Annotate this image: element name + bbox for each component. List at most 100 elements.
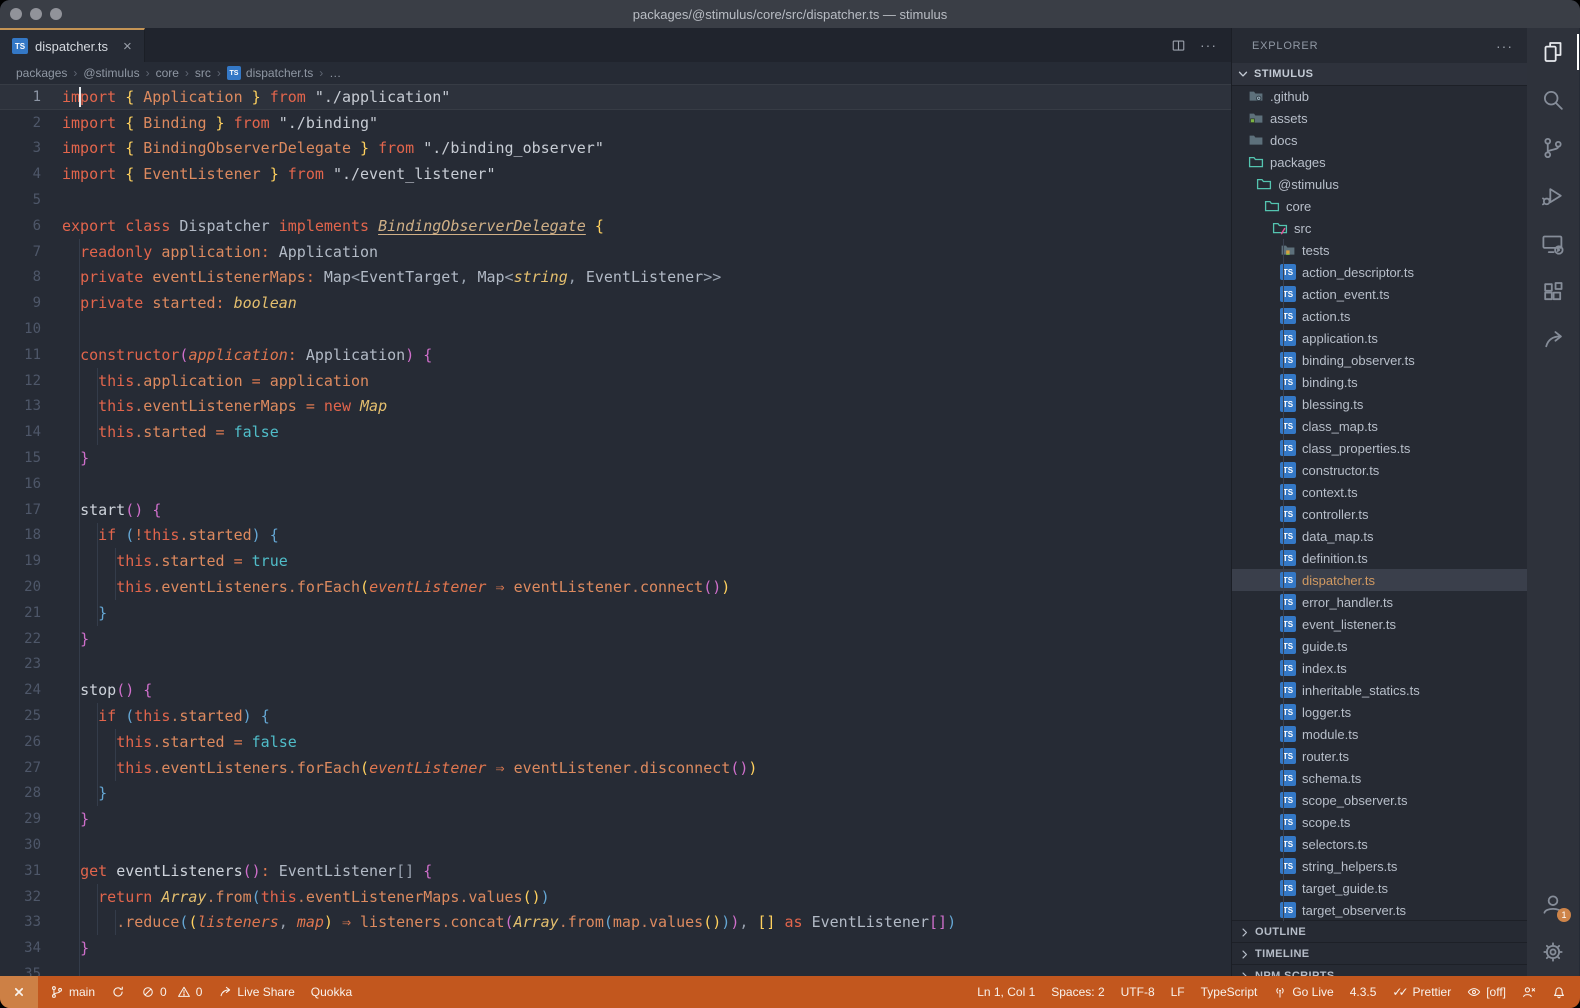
activity-live-share-icon[interactable] [1527,316,1579,364]
more-actions-icon[interactable]: ··· [1200,37,1217,53]
tree-item-class-properties-ts[interactable]: TSclass_properties.ts [1232,437,1527,459]
status-prettier[interactable]: ✓✓Prettier [1384,976,1459,1008]
activity-accounts-icon[interactable]: 1 [1527,880,1579,928]
code-line[interactable]: 27 this.eventListeners.forEach(eventList… [0,755,1231,781]
code-line[interactable]: 24 stop() { [0,677,1231,703]
tree-item-assets[interactable]: assets [1232,107,1527,129]
tree-item-binding-observer-ts[interactable]: TSbinding_observer.ts [1232,349,1527,371]
breadcrumb-item[interactable]: src [195,66,211,80]
status-problems[interactable]: 00 [133,976,210,1008]
status-encoding[interactable]: UTF-8 [1113,976,1163,1008]
code-line[interactable]: 11 constructor(application: Application)… [0,342,1231,368]
breadcrumb-item[interactable]: packages [16,66,67,80]
breadcrumb-item[interactable]: … [329,66,341,80]
activity-run-and-debug-icon[interactable] [1527,172,1579,220]
code-line[interactable]: 1import { Application } from "./applicat… [0,84,1231,110]
close-window-button[interactable] [10,8,22,20]
status-highlight[interactable]: [off] [1459,976,1514,1008]
tree-item-core[interactable]: core [1232,195,1527,217]
panel-timeline[interactable]: TIMELINE [1232,943,1527,965]
tree-item-schema-ts[interactable]: TSschema.ts [1232,767,1527,789]
code-line[interactable]: 25 if (this.started) { [0,703,1231,729]
tree-item-action-event-ts[interactable]: TSaction_event.ts [1232,283,1527,305]
code-line[interactable]: 2import { Binding } from "./binding" [0,110,1231,136]
status-indentation[interactable]: Spaces: 2 [1043,976,1112,1008]
status-git-branch[interactable]: main [42,976,103,1008]
code-line[interactable]: 33 .reduce((listeners, map) ⇒ listeners.… [0,910,1231,936]
code-line[interactable]: 23 [0,652,1231,678]
tree-item-dispatcher-ts[interactable]: TSdispatcher.ts [1232,569,1527,591]
status-notifications[interactable] [1544,976,1574,1008]
tree-item-definition-ts[interactable]: TSdefinition.ts [1232,547,1527,569]
traffic-lights[interactable] [10,8,62,20]
status-sync[interactable] [103,976,133,1008]
code-line[interactable]: 28 } [0,781,1231,807]
tree-item-inheritable-statics-ts[interactable]: TSinheritable_statics.ts [1232,679,1527,701]
tree-item-tests[interactable]: tests [1232,239,1527,261]
code-line[interactable]: 19 this.started = true [0,548,1231,574]
code-line[interactable]: 7 readonly application: Application [0,239,1231,265]
tree-item-binding-ts[interactable]: TSbinding.ts [1232,371,1527,393]
code-line[interactable]: 13 this.eventListenerMaps = new Map [0,394,1231,420]
code-line[interactable]: 9 private started: boolean [0,290,1231,316]
tree-item-guide-ts[interactable]: TSguide.ts [1232,635,1527,657]
code-line[interactable]: 32 return Array.from(this.eventListenerM… [0,884,1231,910]
tree-item-docs[interactable]: docs [1232,129,1527,151]
code-line[interactable]: 22 } [0,626,1231,652]
breadcrumb-item[interactable]: TSdispatcher.ts [227,66,313,80]
tree-item-target-guide-ts[interactable]: TStarget_guide.ts [1232,877,1527,899]
code-line[interactable]: 20 this.eventListeners.forEach(eventList… [0,574,1231,600]
explorer-more-actions-icon[interactable]: ··· [1496,38,1513,54]
status-language-mode[interactable]: TypeScript [1193,976,1266,1008]
tree-item-string-helpers-ts[interactable]: TSstring_helpers.ts [1232,855,1527,877]
activity-source-control-icon[interactable] [1527,124,1579,172]
code-line[interactable]: 29 } [0,806,1231,832]
code-line[interactable]: 17 start() { [0,497,1231,523]
tree-item-packages[interactable]: packages [1232,151,1527,173]
code-line[interactable]: 12 this.application = application [0,368,1231,394]
status-quokka[interactable]: Quokka [303,976,360,1008]
status-remote-indicator[interactable] [0,976,38,1008]
tree-item-blessing-ts[interactable]: TSblessing.ts [1232,393,1527,415]
code-line[interactable]: 18 if (!this.started) { [0,523,1231,549]
code-line[interactable]: 30 [0,832,1231,858]
tree-item-src[interactable]: src [1232,217,1527,239]
tree-item-scope-ts[interactable]: TSscope.ts [1232,811,1527,833]
tree-item-action-ts[interactable]: TSaction.ts [1232,305,1527,327]
tree-item-target-observer-ts[interactable]: TStarget_observer.ts [1232,899,1527,921]
tree-item-selectors-ts[interactable]: TSselectors.ts [1232,833,1527,855]
code-line[interactable]: 8 private eventListenerMaps: Map<EventTa… [0,265,1231,291]
panel-outline[interactable]: OUTLINE [1232,921,1527,943]
status-cursor-position[interactable]: Ln 1, Col 1 [969,976,1043,1008]
activity-search-icon[interactable] [1527,76,1579,124]
tree-item-scope-observer-ts[interactable]: TSscope_observer.ts [1232,789,1527,811]
code-line[interactable]: 21 } [0,600,1231,626]
status-go-live[interactable]: Go Live [1265,976,1341,1008]
code-line[interactable]: 5 [0,187,1231,213]
breadcrumb-item[interactable]: core [156,66,179,80]
status-eol[interactable]: LF [1163,976,1193,1008]
tree-item-module-ts[interactable]: TSmodule.ts [1232,723,1527,745]
tab-dispatcher-ts[interactable]: TS dispatcher.ts × [0,28,145,62]
tree-item--stimulus[interactable]: @stimulus [1232,173,1527,195]
activity-extensions-icon[interactable] [1527,268,1579,316]
zoom-window-button[interactable] [50,8,62,20]
tree-item-event-listener-ts[interactable]: TSevent_listener.ts [1232,613,1527,635]
activity-remote-explorer-icon[interactable] [1527,220,1579,268]
tree-item-class-map-ts[interactable]: TSclass_map.ts [1232,415,1527,437]
status-live-share[interactable]: Live Share [210,976,302,1008]
tree-item-application-ts[interactable]: TSapplication.ts [1232,327,1527,349]
code-line[interactable]: 31 get eventListeners(): EventListener[]… [0,858,1231,884]
code-line[interactable]: 34 } [0,935,1231,961]
tree-item-context-ts[interactable]: TScontext.ts [1232,481,1527,503]
tree-item-action-descriptor-ts[interactable]: TSaction_descriptor.ts [1232,261,1527,283]
split-editor-icon[interactable] [1171,38,1186,53]
close-tab-icon[interactable]: × [123,38,132,55]
code-line[interactable]: 4import { EventListener } from "./event_… [0,161,1231,187]
status-live-share-session[interactable] [1514,976,1544,1008]
tree-item-constructor-ts[interactable]: TSconstructor.ts [1232,459,1527,481]
tree-item-index-ts[interactable]: TSindex.ts [1232,657,1527,679]
tree-item-controller-ts[interactable]: TScontroller.ts [1232,503,1527,525]
code-line[interactable]: 35 [0,961,1231,976]
tree-item-router-ts[interactable]: TSrouter.ts [1232,745,1527,767]
